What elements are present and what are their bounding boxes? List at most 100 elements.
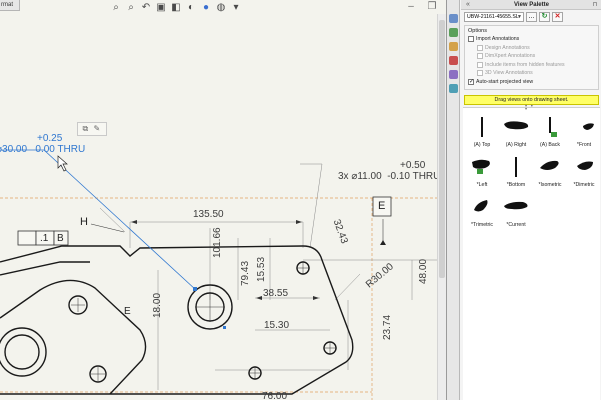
hide-show-icon[interactable]: ◐: [185, 2, 197, 14]
view-label: *Front: [576, 142, 592, 148]
display-style-icon[interactable]: ◧: [170, 2, 182, 14]
view-thumb-back[interactable]: (A) Back: [533, 114, 567, 154]
option-auto-start-projected[interactable]: ✓ Auto-start projected view: [468, 78, 595, 87]
hole-callout[interactable]: ⌀30.00 0.00 THRU: [0, 144, 85, 155]
view-current-preview: [504, 201, 528, 210]
view-label: (A) Right: [505, 142, 527, 148]
option-design-annotations[interactable]: Design Annotations: [468, 44, 595, 53]
view-settings-icon[interactable]: ▾: [230, 2, 242, 14]
dim-79-43[interactable]: 79.43: [240, 261, 251, 286]
view-palette-panel: « View Palette ⊓ UBW-21161-45655.SL ▼ ..…: [446, 0, 601, 400]
import-annotations-checkbox[interactable]: [468, 36, 474, 43]
3d-view-annotations-checkbox[interactable]: [477, 70, 483, 77]
option-import-annotations[interactable]: Import Annotations: [468, 35, 595, 44]
hole-tolerance-upper[interactable]: +0.25: [37, 133, 62, 144]
document-select[interactable]: UBW-21161-45655.SL ▼: [464, 12, 524, 22]
browse-button[interactable]: ...: [526, 12, 537, 22]
view-thumb-isometric[interactable]: *Isometric: [533, 154, 567, 194]
view-dimetric-preview: [577, 161, 593, 170]
document-row: UBW-21161-45655.SL ▼ ... ↻ ✕: [461, 10, 601, 24]
design-annotations-checkbox[interactable]: [477, 44, 483, 51]
scrollbar-thumb[interactable]: [439, 20, 445, 278]
panel-title: View Palette: [514, 1, 549, 8]
refresh-icon[interactable]: ↻: [539, 12, 550, 22]
file-explorer-tab-icon[interactable]: [449, 42, 458, 51]
hole2-callout[interactable]: 3x ⌀11.00 -0.10 THRU: [338, 171, 440, 182]
dim-38-55[interactable]: 38.55: [263, 288, 288, 299]
chevron-down-icon: ▼: [517, 14, 522, 20]
option-dimxpert-annotations[interactable]: DimXpert Annotations: [468, 52, 595, 61]
drawing-sheet[interactable]: rmat ⌕ ⌕ ↶ ▣ ◧ ◐ ● ◍ ▾ – ❐ ⧉ ✎ +0.25 ⌀30…: [0, 0, 446, 400]
frame-datum[interactable]: B: [57, 233, 64, 244]
annotation-mini-toolbar: ⧉ ✎: [77, 122, 107, 136]
previous-view-icon[interactable]: ↶: [140, 2, 152, 14]
dim-18-00[interactable]: 18.00: [152, 293, 163, 318]
collapse-panel-icon[interactable]: «: [461, 1, 475, 8]
view-bottom-preview: [515, 157, 517, 177]
view-label: *Bottom: [506, 182, 526, 188]
appearance-icon[interactable]: ●: [200, 2, 212, 14]
view-label: (A) Back: [540, 142, 560, 148]
options-title: Options: [468, 28, 487, 34]
view-top-preview: [481, 117, 483, 137]
include-hidden-checkbox[interactable]: [477, 61, 483, 68]
splitter-handle[interactable]: • • •: [525, 104, 539, 113]
dim-23-74[interactable]: 23.74: [382, 315, 393, 340]
dim-48-00[interactable]: 48.00: [418, 259, 429, 284]
zoom-area-icon[interactable]: ⌕: [125, 2, 137, 14]
document-select-value: UBW-21161-45655.SL: [467, 14, 519, 20]
view-isometric-preview: [540, 160, 559, 170]
drawing-vertical-scrollbar[interactable]: [437, 14, 446, 400]
design-library-tab-icon[interactable]: [449, 28, 458, 37]
view-palette-tab-icon[interactable]: [449, 56, 458, 65]
view-label: (A) Top: [473, 142, 491, 148]
dim-76-00[interactable]: 76.00: [262, 391, 287, 400]
view-label: *Current: [506, 222, 526, 228]
view-label: *Left: [476, 182, 488, 188]
frame-tolerance[interactable]: .1: [40, 233, 48, 244]
view-thumb-left[interactable]: *Left: [465, 154, 499, 194]
pin-icon[interactable]: ⊓: [588, 1, 601, 8]
view-thumb-bottom[interactable]: *Bottom: [499, 154, 533, 194]
dimxpert-annotations-checkbox[interactable]: [477, 53, 483, 60]
views-list: • • • (A) Top (A) Right (A) Back *Front: [463, 104, 601, 400]
option-include-hidden[interactable]: Include items from hidden features: [468, 61, 595, 70]
dim-15-53[interactable]: 15.53: [256, 257, 267, 282]
options-group: Options Import Annotations Design Annota…: [464, 25, 599, 90]
region-e-label: E: [124, 306, 131, 317]
view-thumb-right[interactable]: (A) Right: [499, 114, 533, 154]
datum-h-label[interactable]: H: [80, 216, 88, 228]
option-3d-view-annotations[interactable]: 3D View Annotations: [468, 69, 595, 78]
minimize-icon[interactable]: –: [404, 1, 418, 12]
resources-tab-icon[interactable]: [449, 14, 458, 23]
dim-135-50[interactable]: 135.50: [193, 209, 224, 220]
view-back-preview: [549, 117, 557, 137]
heads-up-view-toolbar: ⌕ ⌕ ↶ ▣ ◧ ◐ ● ◍ ▾: [110, 0, 242, 15]
auto-start-projected-checkbox[interactable]: ✓: [468, 78, 474, 85]
view-trimetric-preview: [474, 200, 488, 212]
view-thumb-current[interactable]: *Current: [499, 194, 533, 234]
copy-format-icon[interactable]: ⧉: [83, 125, 91, 133]
zoom-to-fit-icon[interactable]: ⌕: [110, 2, 122, 14]
view-right-preview: [504, 121, 529, 130]
view-thumb-dimetric[interactable]: *Dimetric: [567, 154, 601, 194]
custom-properties-tab-icon[interactable]: [449, 84, 458, 93]
scene-icon[interactable]: ◍: [215, 2, 227, 14]
appearances-tab-icon[interactable]: [449, 70, 458, 79]
view-thumb-top[interactable]: (A) Top: [465, 114, 499, 154]
datum-e-label[interactable]: E: [378, 200, 385, 212]
restore-icon[interactable]: ❐: [425, 1, 439, 12]
dim-15-30[interactable]: 15.30: [264, 320, 289, 331]
hole2-tolerance-upper[interactable]: +0.50: [400, 160, 425, 171]
sheet-format-tab[interactable]: rmat: [0, 0, 20, 11]
view-left-preview: [472, 159, 490, 174]
view-label: *Trimetric: [471, 222, 493, 228]
view-thumb-trimetric[interactable]: *Trimetric: [465, 194, 499, 234]
view-thumb-front[interactable]: *Front: [567, 114, 601, 154]
clear-icon[interactable]: ✕: [552, 12, 563, 22]
dim-101-66[interactable]: 101.66: [212, 227, 223, 258]
view-orientation-icon[interactable]: ▣: [155, 2, 167, 14]
edit-text-icon[interactable]: ✎: [94, 125, 102, 133]
view-label: *Dimetric: [573, 182, 595, 188]
view-front-preview: [583, 123, 594, 130]
